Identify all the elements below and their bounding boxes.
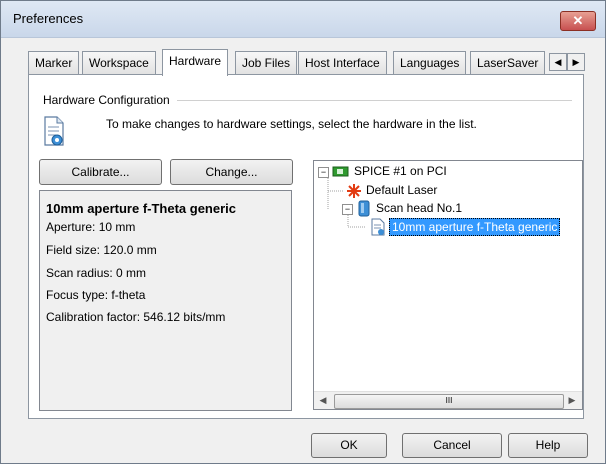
tab-marker[interactable]: Marker bbox=[28, 51, 80, 74]
board-icon bbox=[332, 166, 349, 177]
group-divider bbox=[177, 100, 572, 101]
preferences-dialog: Preferences ✕ Marker Workspace Hardware … bbox=[0, 0, 606, 464]
hardware-tree[interactable]: − SPICE #1 on PCI Default Laser − Scan h… bbox=[313, 160, 583, 410]
tab-workspace[interactable]: Workspace bbox=[82, 51, 156, 74]
group-label: Hardware Configuration bbox=[43, 93, 174, 107]
info-aperture: Aperture: 10 mm bbox=[46, 220, 136, 234]
tab-scroll-right-button[interactable]: ▶ bbox=[567, 53, 585, 71]
scroll-right-icon[interactable]: ▶ bbox=[566, 395, 578, 406]
tree-horizontal-scrollbar[interactable]: ◀ III ▶ bbox=[314, 391, 582, 409]
tree-expander-spice[interactable]: − bbox=[318, 167, 329, 178]
window-title: Preferences bbox=[13, 11, 84, 26]
tree-item-spice[interactable]: SPICE #1 on PCI bbox=[354, 164, 447, 178]
info-field-size: Field size: 120.0 mm bbox=[46, 243, 157, 257]
scan-head-icon bbox=[358, 200, 370, 217]
ok-button[interactable]: OK bbox=[311, 433, 387, 458]
tab-lasersaver[interactable]: LaserSaver bbox=[470, 51, 546, 74]
tab-hardware[interactable]: Hardware bbox=[162, 49, 229, 76]
ok-label: OK bbox=[340, 438, 358, 452]
tab-host-interface[interactable]: Host Interface bbox=[298, 51, 387, 74]
scroll-left-icon[interactable]: ◀ bbox=[317, 395, 329, 406]
close-button[interactable]: ✕ bbox=[560, 11, 596, 31]
tab-job-files[interactable]: Job Files bbox=[235, 51, 298, 74]
scroll-thumb[interactable]: III bbox=[334, 394, 564, 409]
lens-document-icon bbox=[371, 218, 385, 236]
hardware-panel: Hardware Configuration To make changes t… bbox=[28, 74, 584, 419]
calibrate-label: Calibrate... bbox=[71, 165, 130, 179]
calibrate-button[interactable]: Calibrate... bbox=[39, 159, 162, 185]
hardware-info-box: 10mm aperture f-Theta generic Aperture: … bbox=[39, 190, 292, 411]
info-focus-type: Focus type: f-theta bbox=[46, 288, 146, 302]
help-label: Help bbox=[535, 438, 561, 452]
cancel-label: Cancel bbox=[433, 438, 471, 452]
title-bar[interactable]: Preferences ✕ bbox=[1, 1, 605, 38]
change-button[interactable]: Change... bbox=[170, 159, 293, 185]
tree-item-lens-selected[interactable]: 10mm aperture f-Theta generic bbox=[389, 218, 561, 236]
chevron-left-icon: ◀ bbox=[554, 57, 562, 67]
change-label: Change... bbox=[205, 165, 258, 179]
tab-scroll-left-button[interactable]: ◀ bbox=[549, 53, 567, 71]
tree-expander-scan-head[interactable]: − bbox=[342, 204, 353, 215]
tree-item-scan-head[interactable]: Scan head No.1 bbox=[376, 201, 462, 215]
help-button[interactable]: Help bbox=[508, 433, 588, 458]
hint-text: To make changes to hardware settings, se… bbox=[106, 117, 477, 131]
cancel-button[interactable]: Cancel bbox=[402, 433, 502, 458]
tab-languages[interactable]: Languages bbox=[393, 51, 467, 74]
tree-item-default-laser[interactable]: Default Laser bbox=[366, 183, 437, 197]
close-icon: ✕ bbox=[572, 13, 584, 28]
info-calibration-factor: Calibration factor: 546.12 bits/mm bbox=[46, 310, 226, 324]
info-scan-radius: Scan radius: 0 mm bbox=[46, 266, 147, 280]
laser-icon bbox=[347, 184, 361, 198]
hardware-settings-icon bbox=[44, 116, 64, 146]
info-title: 10mm aperture f-Theta generic bbox=[46, 201, 237, 216]
chevron-right-icon: ▶ bbox=[572, 57, 580, 67]
